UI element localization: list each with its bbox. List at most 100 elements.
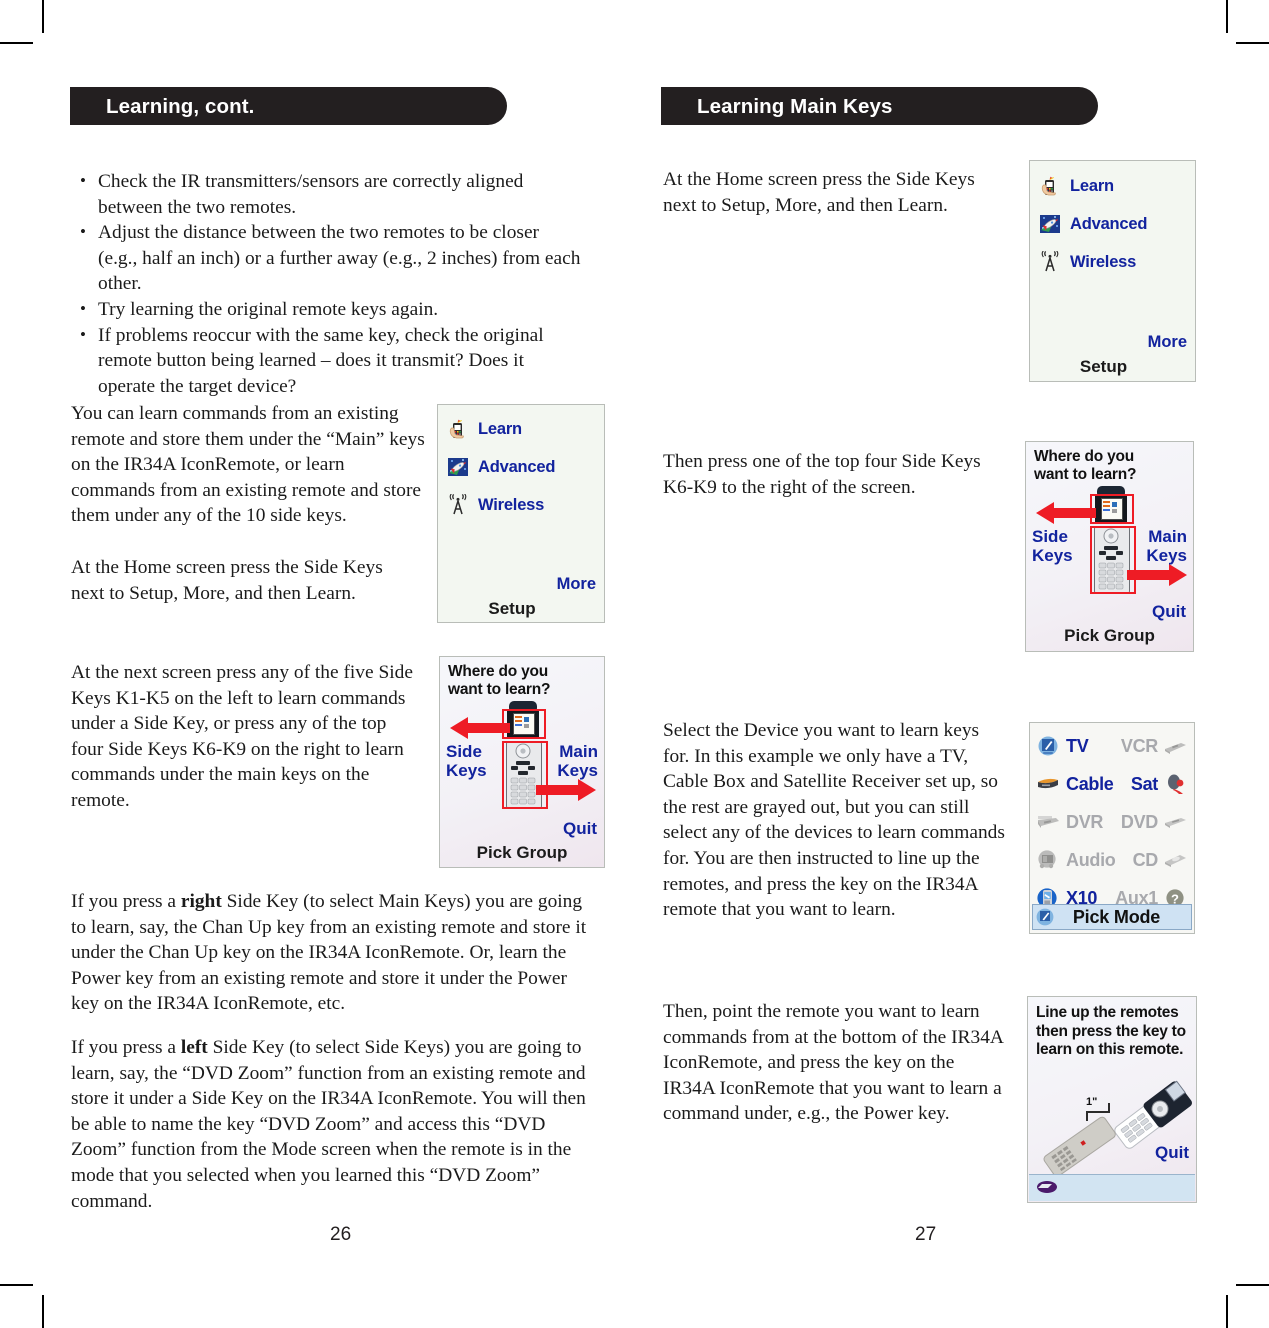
list-item: Check the IR transmitters/sensors are co… [76,168,581,220]
device-option-sat[interactable]: Sat [1131,774,1188,795]
screenshot-setup-menu: Learn Advanced Wireless More Setup [1029,160,1196,382]
menu-item-wireless[interactable]: Wireless [447,493,545,516]
screenshot-where-to-learn: Where do you want to learn? Side Keys Ma… [1025,441,1194,652]
soft-key-quit[interactable]: Quit [563,819,597,839]
tv-icon [1036,736,1061,757]
vcr-icon [1163,736,1188,757]
bottom-soft-key-bar[interactable] [1029,1174,1195,1201]
crop-mark-top-right-horizontal [1236,42,1269,44]
menu-item-label: Advanced [478,457,556,476]
device-option-cd[interactable]: CD [1133,850,1188,871]
device-label: DVR [1066,811,1104,832]
list-item: If problems reoccur with the same key, c… [76,322,581,400]
paragraph-home-screen-instruction: At the Home screen press the Side Keys n… [663,169,975,216]
menu-item-label: Wireless [1070,252,1137,271]
device-option-dvr[interactable]: DVR [1036,812,1103,833]
list-item: Try learning the original remote keys ag… [76,296,581,323]
label-main-keys: Main Keys [557,742,598,780]
right-page: Learning Main Keys At the Home screen pr… [661,0,1201,1328]
audio-receiver-icon [1036,849,1061,871]
menu-item-label: Learn [478,419,522,438]
menu-item-learn[interactable]: Learn [447,418,522,440]
return-arrow-icon [1036,1180,1058,1195]
paragraph-top-four-side-keys: Then press one of the top four Side Keys… [663,451,981,498]
tv-icon [1036,908,1056,926]
pick-mode-label: Pick Mode [1072,906,1161,927]
paragraph-next-screen-instruction: At the next screen press any of the five… [71,662,413,811]
device-option-cable[interactable]: Cable [1036,774,1114,795]
cd-player-icon [1163,850,1188,871]
menu-item-learn[interactable]: Learn [1039,175,1114,197]
screenshot-line-up-remotes: Line up the remotes then press the key t… [1027,996,1197,1203]
label-side-keys: Side Keys [446,742,487,780]
table-row: DVR DVD [1030,803,1194,841]
page-number-right: 27 [915,1224,937,1245]
para-text-b: Side Key (to select Side Keys) you are g… [71,1037,586,1212]
soft-key-more[interactable]: More [1148,333,1187,352]
dimension-tick-left [1086,1111,1088,1121]
paragraph-select-device: Select the Device you want to learn keys… [663,720,1005,921]
para-text-a: If you press a [71,1037,181,1058]
label-main-keys: Main Keys [1146,527,1187,565]
crop-mark-bottom-right-horizontal [1236,1284,1269,1286]
list-item: Adjust the distance between the two remo… [76,219,581,297]
para-text-a: If you press a [71,891,181,912]
dimension-label: 1" [1086,1096,1098,1108]
screenshot-device-picker: TV VCR Cable Sat DVR DVD Audio CD X10 Au… [1029,722,1195,934]
paragraph-right-side-key: If you press a right Side Key (to select… [71,889,595,1017]
distance-dimension-mark: 1" [1084,1096,1114,1129]
soft-key-quit[interactable]: Quit [1155,1143,1189,1163]
device-option-tv[interactable]: TV [1036,735,1089,757]
arrow-left-to-side-keys [1034,502,1096,524]
device-label: Audio [1066,849,1116,870]
menu-item-advanced[interactable]: Advanced [447,456,555,478]
device-label: VCR [1120,735,1158,756]
page-number-left: 26 [330,1224,352,1245]
soft-key-pick-group[interactable]: Pick Group [1026,626,1193,646]
device-option-vcr[interactable]: VCR [1121,736,1188,757]
table-row: TV VCR [1030,727,1194,765]
soft-key-pick-group[interactable]: Pick Group [440,843,604,863]
section-title: Learning Main Keys [697,95,893,118]
menu-item-wireless[interactable]: Wireless [1039,250,1137,273]
device-label: Cable [1066,773,1114,794]
antenna-icon [447,493,469,516]
soft-key-setup[interactable]: Setup [438,599,604,619]
crop-mark-top-left-horizontal [0,42,33,44]
soft-key-setup[interactable]: Setup [1030,357,1195,377]
troubleshooting-bullet-list: Check the IR transmitters/sensors are co… [76,168,581,400]
left-page: Learning, cont. Check the IR transmitter… [70,0,610,1328]
paragraph-home-screen-instruction: At the Home screen press the Side Keys n… [71,557,383,604]
paragraph-learn-overview: You can learn commands from an existing … [71,403,425,527]
screen-title: Line up the remotes then press the key t… [1036,1004,1186,1058]
hand-remote-icon [1039,175,1061,197]
menu-item-label: Wireless [478,495,545,514]
arrow-right-to-main-keys [1127,564,1189,586]
para-emphasis-left: left [180,1037,208,1058]
left-page-section-header: Learning, cont. [70,87,507,125]
screenshot-setup-menu: Learn Advanced Wireless More Setup [437,404,605,623]
table-row: Cable Sat [1030,765,1194,803]
dvd-player-icon [1163,812,1188,833]
paragraph-left-side-key: If you press a left Side Key (to select … [71,1035,595,1214]
table-row: Audio CD [1030,841,1194,879]
device-label: Sat [1130,773,1158,794]
device-option-dvd[interactable]: DVD [1121,812,1188,833]
menu-item-advanced[interactable]: Advanced [1039,213,1147,235]
device-option-audio[interactable]: Audio [1036,850,1116,871]
menu-item-label: Advanced [1070,214,1148,233]
soft-key-more[interactable]: More [557,575,596,594]
device-label: TV [1066,735,1089,756]
antenna-icon [1039,250,1061,273]
right-page-section-header: Learning Main Keys [661,87,1098,125]
menu-item-label: Learn [1070,176,1114,195]
soft-key-quit[interactable]: Quit [1152,602,1186,622]
hand-remote-icon [447,418,469,440]
arrow-right-to-main-keys [536,779,598,801]
section-title: Learning, cont. [106,95,255,118]
soft-key-pick-mode[interactable]: Pick Mode [1032,904,1192,930]
dimension-tick-right [1108,1103,1110,1113]
dimension-line [1086,1111,1110,1113]
crop-mark-bottom-left-vertical [42,1295,44,1328]
satellite-dish-icon [1163,774,1188,795]
